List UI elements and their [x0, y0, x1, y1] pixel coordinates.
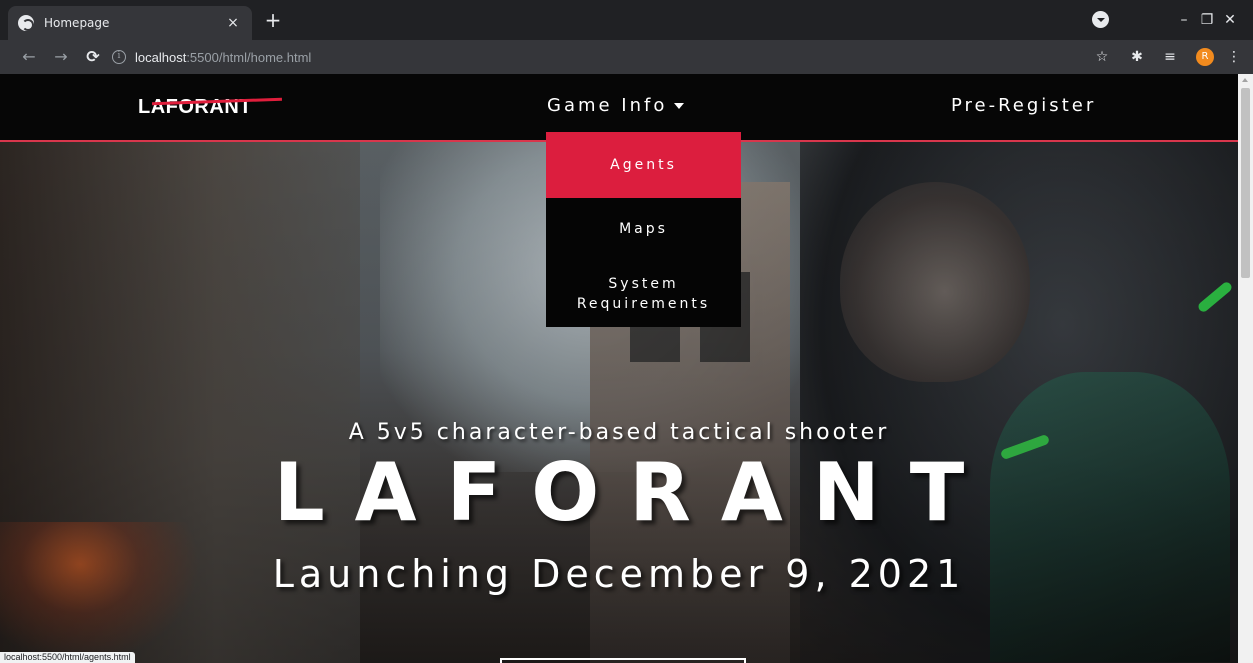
reading-list-icon[interactable]: ≡	[1160, 47, 1180, 67]
caret-down-icon	[674, 103, 685, 109]
profile-avatar[interactable]: R	[1196, 48, 1214, 66]
info-icon[interactable]: i	[112, 50, 126, 64]
globe-icon	[18, 15, 34, 31]
scroll-up-arrow-icon[interactable]	[1242, 78, 1248, 82]
nav-game-info[interactable]: Game Info	[547, 95, 685, 116]
reload-icon[interactable]: ⟳	[82, 46, 104, 68]
extensions-puzzle-icon[interactable]: ✱	[1127, 47, 1147, 67]
page-viewport: LAFORANT Game Info Pre-Register Agents M…	[0, 74, 1238, 663]
dropdown-item-agents[interactable]: Agents	[546, 132, 741, 198]
address-bar[interactable]: i localhost :5500/html/home.html	[112, 45, 1072, 69]
browser-tab-strip: Homepage × + – ❐ ✕	[0, 0, 1253, 40]
menu-kebab-icon[interactable]: ⋮	[1224, 47, 1244, 67]
hero-launch-date: Launching December 9, 2021	[272, 552, 966, 596]
nav-pre-register[interactable]: Pre-Register	[951, 95, 1096, 116]
scrollbar-thumb[interactable]	[1241, 88, 1250, 278]
system-label-line1: System	[608, 276, 679, 292]
browser-toolbar: ← → ⟳ i localhost :5500/html/home.html ☆…	[0, 40, 1253, 74]
url-host: localhost	[135, 49, 187, 65]
system-label-line2: Requirements	[576, 296, 711, 312]
close-window-button[interactable]: ✕	[1207, 0, 1253, 40]
back-arrow-icon[interactable]: ←	[18, 46, 40, 68]
nav-game-info-label: Game Info	[547, 95, 668, 116]
forward-arrow-icon[interactable]: →	[50, 46, 72, 68]
new-tab-button[interactable]: +	[262, 9, 284, 31]
hero-title: LAFORANT	[273, 446, 995, 539]
page-scrollbar[interactable]	[1238, 74, 1253, 663]
dropdown-item-maps[interactable]: Maps	[546, 219, 741, 239]
bookmark-star-icon[interactable]: ☆	[1092, 47, 1112, 67]
dropdown-item-system-requirements[interactable]: System Requirements	[546, 274, 741, 314]
tab-search-icon[interactable]	[1092, 11, 1109, 28]
link-status-bubble: localhost:5500/html/agents.html	[0, 652, 135, 663]
hero-cta-button[interactable]	[500, 658, 746, 663]
url-path: :5500/html/home.html	[186, 49, 312, 65]
site-navbar: LAFORANT Game Info Pre-Register	[0, 74, 1238, 140]
game-info-dropdown: Agents Maps System Requirements	[546, 132, 741, 327]
browser-tab[interactable]: Homepage ×	[8, 6, 252, 40]
tab-close-button[interactable]: ×	[224, 15, 242, 31]
site-logo[interactable]: LAFORANT	[138, 94, 283, 122]
hero-tagline: A 5v5 character-based tactical shooter	[348, 420, 890, 445]
tab-title: Homepage	[44, 16, 110, 30]
